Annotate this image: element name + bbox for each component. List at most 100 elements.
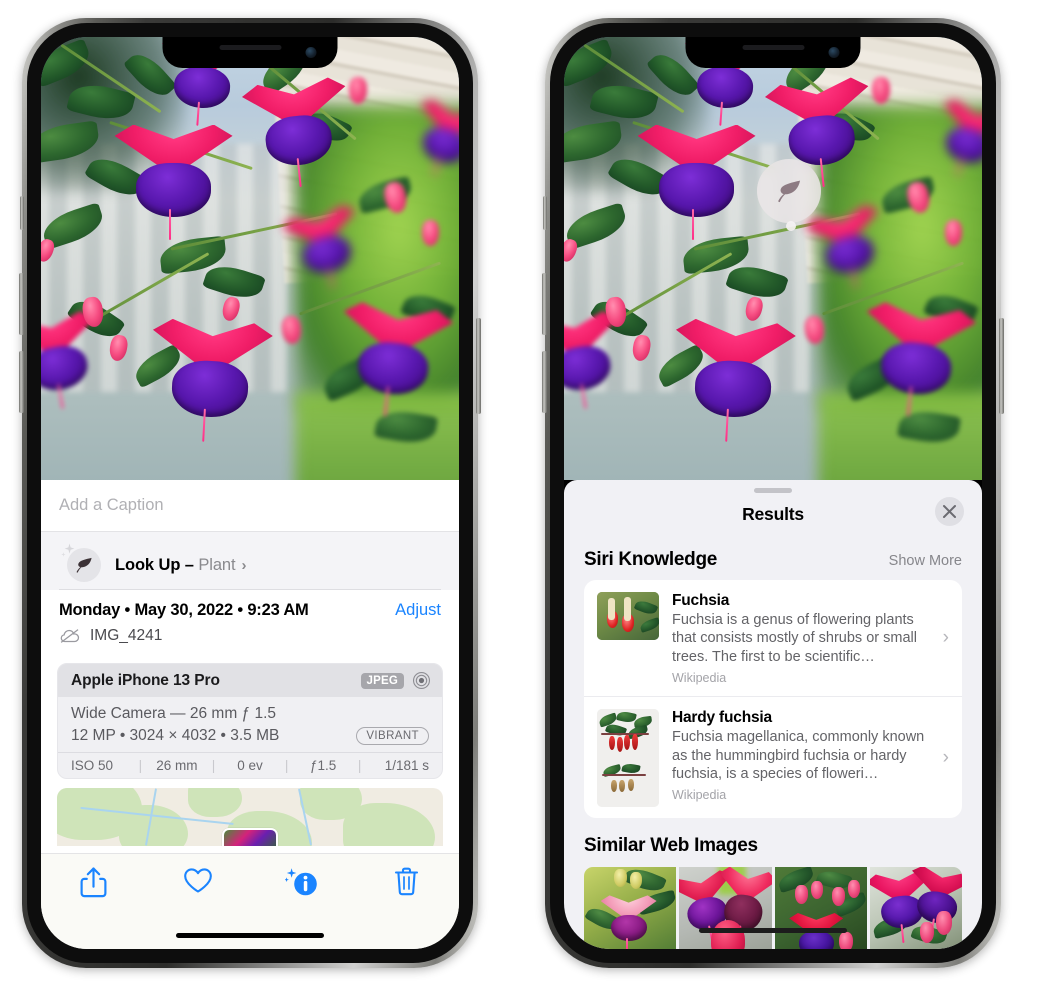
trash-icon: [395, 867, 419, 896]
image-spec: 12 MP • 3024 × 4032 • 3.5 MB: [71, 727, 280, 744]
camera-card-body: Wide Camera — 26 mm ƒ 1.5 12 MP • 3024 ×…: [58, 697, 442, 752]
result-thumbnail: [597, 592, 659, 640]
exif-divider: |: [138, 758, 143, 773]
favorite-button[interactable]: [146, 867, 251, 894]
volume-up-button-right[interactable]: [542, 273, 547, 335]
photo-info-sheet: Add a Caption Look Up – Plant › Monday •…: [41, 480, 459, 949]
share-icon: [80, 867, 107, 898]
section-title: Siri Knowledge: [584, 549, 718, 570]
power-button-right[interactable]: [999, 318, 1004, 414]
leaf-icon: [67, 548, 101, 582]
screen-right: Results Siri Knowledge Show More Fuchsia…: [564, 37, 982, 949]
exif-iso: ISO 50: [71, 758, 114, 773]
exif-row: ISO 50 | 26 mm | 0 ev | ƒ1.5 | 1/181 s: [58, 752, 442, 778]
chevron-right-icon: ›: [241, 556, 247, 574]
exif-focal: 26 mm: [156, 758, 198, 773]
chevron-right-icon: ›: [942, 746, 949, 768]
format-badge: JPEG: [360, 672, 404, 689]
earpiece-speaker-icon: [219, 45, 281, 50]
screen-left: Add a Caption Look Up – Plant › Monday •…: [41, 37, 459, 949]
visual-lookup-anchor-dot: [786, 221, 796, 231]
results-title: Results: [742, 503, 804, 524]
leaf-icon: [778, 180, 801, 203]
volume-up-button-left[interactable]: [19, 273, 24, 335]
lens-info: Wide Camera — 26 mm ƒ 1.5: [71, 705, 277, 722]
cloud-slash-icon: [60, 629, 80, 643]
home-indicator[interactable]: [176, 933, 324, 938]
heart-icon: [183, 868, 212, 893]
photo-content: [41, 37, 459, 480]
earpiece-speaker-icon: [742, 45, 804, 50]
share-button[interactable]: [41, 867, 146, 898]
look-up-title: Look Up –: [115, 555, 199, 574]
photo-toolbar: [41, 853, 459, 949]
list-item[interactable]: Hardy fuchsia Fuchsia magellanica, commo…: [584, 696, 962, 818]
web-image-4[interactable]: [869, 867, 962, 949]
exif-divider: |: [357, 758, 362, 773]
result-description: Fuchsia magellanica, commonly known as t…: [672, 729, 925, 783]
result-source: Wikipedia: [672, 671, 727, 686]
look-up-section: Look Up – Plant ›: [41, 532, 459, 590]
web-image-3[interactable]: [774, 867, 867, 949]
delete-button[interactable]: [355, 867, 460, 896]
iphone-left: Add a Caption Look Up – Plant › Monday •…: [19, 18, 481, 968]
iphone-right: Results Siri Knowledge Show More Fuchsia…: [542, 18, 1004, 968]
notch-right: [685, 37, 861, 68]
photo-date: Monday • May 30, 2022 • 9:23 AM: [59, 601, 309, 619]
result-title: Hardy fuchsia: [672, 709, 772, 727]
similar-web-images-strip[interactable]: [564, 867, 982, 949]
look-up-row[interactable]: Look Up – Plant ›: [59, 541, 441, 589]
map-photo-pin: [222, 828, 278, 846]
volume-down-button-right[interactable]: [542, 351, 547, 413]
aperture-icon: [412, 671, 431, 690]
result-thumbnail: [597, 709, 659, 808]
power-button-left[interactable]: [476, 318, 481, 414]
siri-knowledge-card: Fuchsia Fuchsia is a genus of flowering …: [584, 580, 962, 819]
info-sparkle-icon: [285, 868, 318, 896]
camera-model: Apple iPhone 13 Pro: [71, 671, 220, 689]
chevron-right-icon: ›: [942, 627, 949, 649]
results-sheet: Results Siri Knowledge Show More Fuchsia…: [564, 480, 982, 949]
adjust-button[interactable]: Adjust: [395, 601, 441, 620]
look-up-subject: Plant: [198, 555, 236, 574]
web-image-2[interactable]: [679, 867, 772, 949]
siri-knowledge-header: Siri Knowledge Show More: [564, 535, 982, 580]
photo-viewer[interactable]: [564, 37, 982, 480]
close-button[interactable]: [935, 497, 964, 526]
visual-lookup-badge[interactable]: [757, 159, 821, 223]
caption-field[interactable]: Add a Caption: [41, 480, 459, 532]
exif-aperture: ƒ1.5: [309, 758, 337, 773]
result-title: Fuchsia: [672, 592, 730, 609]
location-map[interactable]: [57, 788, 443, 846]
photo-viewer[interactable]: [41, 37, 459, 480]
notch-left: [162, 37, 338, 68]
photo-filename: IMG_4241: [90, 627, 163, 644]
result-description: Fuchsia is a genus of flowering plants t…: [672, 612, 917, 665]
show-more-button[interactable]: Show More: [889, 553, 962, 569]
front-camera-icon: [828, 47, 840, 58]
silence-switch-left[interactable]: [20, 196, 24, 230]
exif-divider: |: [211, 758, 216, 773]
screenshot-stage: Add a Caption Look Up – Plant › Monday •…: [0, 0, 1055, 985]
photographic-style-badge: VIBRANT: [356, 727, 429, 745]
section-title: Similar Web Images: [584, 835, 758, 857]
web-image-1[interactable]: [584, 867, 677, 949]
info-button[interactable]: [250, 867, 355, 898]
volume-down-button-left[interactable]: [19, 351, 24, 413]
look-up-label: Look Up – Plant ›: [115, 556, 246, 575]
camera-card-header: Apple iPhone 13 Pro JPEG: [58, 664, 442, 697]
photo-content: [564, 37, 982, 480]
close-icon: [943, 505, 956, 518]
exif-divider: |: [284, 758, 289, 773]
results-header: Results: [564, 493, 982, 535]
camera-info-card[interactable]: Apple iPhone 13 Pro JPEG Wide Camera — 2…: [57, 663, 443, 779]
similar-web-images-header: Similar Web Images: [564, 818, 982, 861]
front-camera-icon: [305, 47, 317, 58]
list-item[interactable]: Fuchsia Fuchsia is a genus of flowering …: [584, 580, 962, 696]
result-source: Wikipedia: [672, 788, 727, 803]
exif-shutter: 1/181 s: [384, 758, 430, 773]
caption-placeholder: Add a Caption: [59, 496, 164, 514]
metadata-section: Monday • May 30, 2022 • 9:23 AM Adjust I…: [41, 590, 459, 654]
home-indicator[interactable]: [699, 928, 847, 933]
silence-switch-right[interactable]: [543, 196, 547, 230]
